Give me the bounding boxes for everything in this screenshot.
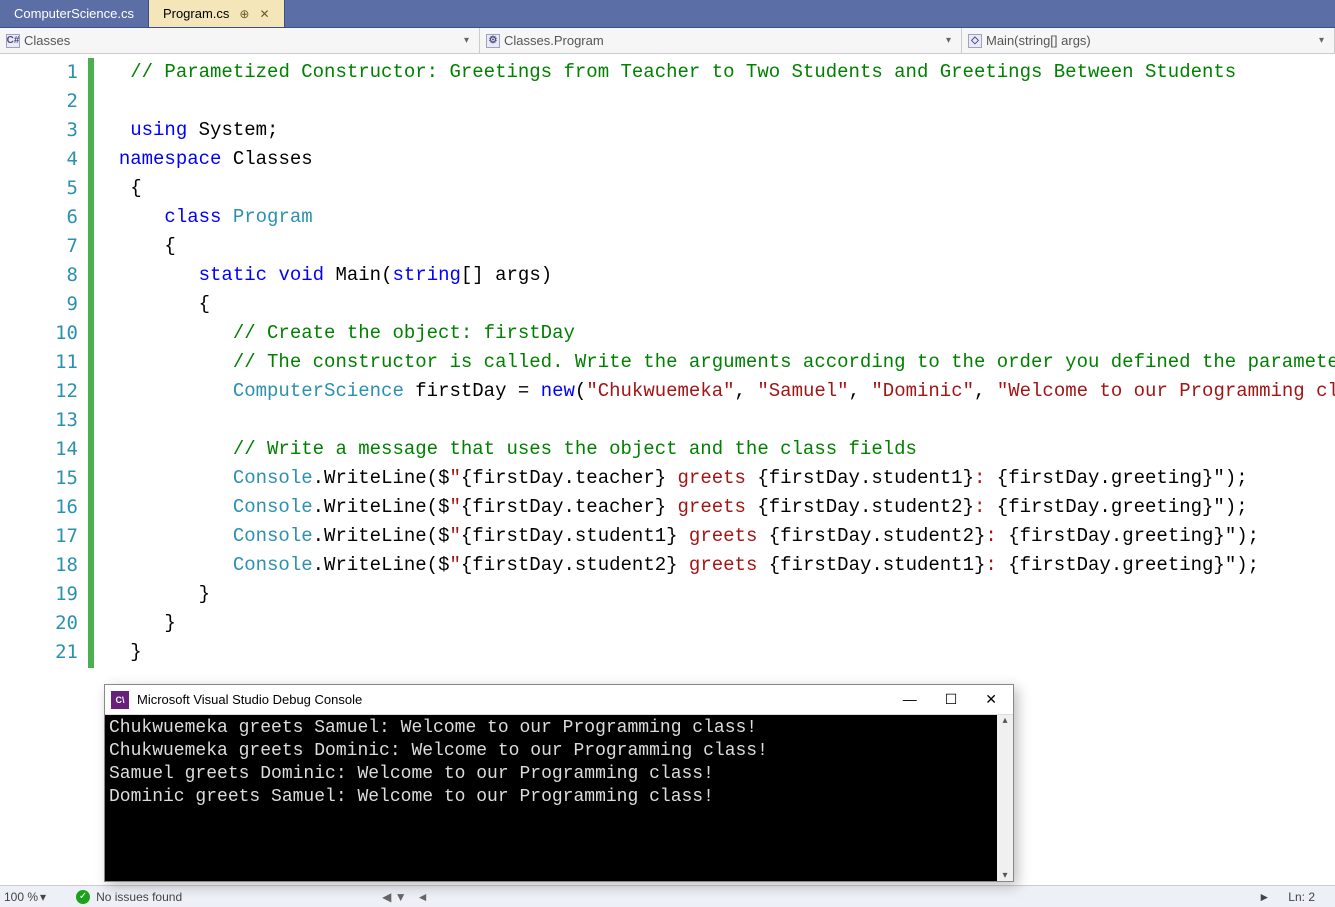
vs-icon: C\ [111,691,129,709]
scope-dropdown[interactable]: C# Classes ▾ [0,28,480,53]
console-body: Chukwuemeka greets Samuel: Welcome to ou… [105,715,1013,881]
line-number: 12 [0,377,78,406]
line-number: 1 [0,58,78,87]
line-number: 3 [0,116,78,145]
check-icon: ✓ [76,890,90,904]
error-nav-icon[interactable]: ◀ ▼ [382,890,406,904]
line-number: 16 [0,493,78,522]
class-label: Classes.Program [504,33,604,48]
line-number: 17 [0,522,78,551]
chevron-down-icon: ▾ [1319,35,1324,46]
console-scrollbar[interactable]: ▴ ▾ [997,715,1013,881]
status-bar: 100 % ▾ ✓ No issues found ◀ ▼ ◄ ► Ln: 2 [0,885,1335,907]
chevron-down-icon: ▾ [946,35,951,46]
line-number-gutter: 1 2 3 4 5 6 7 8 9 10 11 12 13 14 15 16 1… [0,54,88,885]
method-icon: ◇ [968,34,982,48]
line-number: 7 [0,232,78,261]
csharp-icon: C# [6,34,20,48]
line-number: 13 [0,406,78,435]
class-icon: ⚙ [486,34,500,48]
chevron-down-icon: ▾ [40,890,46,904]
issues-label[interactable]: No issues found [96,890,182,904]
line-number: 11 [0,348,78,377]
debug-console-window[interactable]: C\ Microsoft Visual Studio Debug Console… [104,684,1014,882]
zoom-label: 100 % [4,890,38,904]
method-dropdown[interactable]: ◇ Main(string[] args) ▾ [962,28,1335,53]
line-number: 14 [0,435,78,464]
document-tab-bar: ComputerScience.cs Program.cs ⊕ ✕ [0,0,1335,28]
line-number: 2 [0,87,78,116]
console-output: Chukwuemeka greets Samuel: Welcome to ou… [105,715,1013,811]
pin-icon[interactable]: ⊕ [239,7,249,21]
tab-computerscience[interactable]: ComputerScience.cs [0,0,149,27]
scroll-left-icon[interactable]: ◄ [417,890,429,904]
chevron-down-icon: ▾ [464,35,469,46]
zoom-level[interactable]: 100 % ▾ [4,890,46,904]
class-dropdown[interactable]: ⚙ Classes.Program ▾ [480,28,962,53]
line-number: 20 [0,609,78,638]
cursor-position: Ln: 2 [1288,890,1315,904]
tab-label: Program.cs [163,6,229,21]
line-number: 9 [0,290,78,319]
line-number: 19 [0,580,78,609]
line-number: 8 [0,261,78,290]
method-label: Main(string[] args) [986,33,1091,48]
close-icon[interactable]: ✕ [985,691,997,708]
scroll-up-icon[interactable]: ▴ [1002,715,1007,726]
tab-program[interactable]: Program.cs ⊕ ✕ [149,0,285,27]
maximize-icon[interactable]: ☐ [945,691,958,708]
scroll-right-icon[interactable]: ► [1258,890,1270,904]
console-title-text: Microsoft Visual Studio Debug Console [137,692,362,707]
scroll-down-icon[interactable]: ▾ [1002,870,1007,881]
line-number: 18 [0,551,78,580]
console-titlebar[interactable]: C\ Microsoft Visual Studio Debug Console… [105,685,1013,715]
close-icon[interactable]: ✕ [259,7,269,21]
line-number: 6 [0,203,78,232]
line-number: 10 [0,319,78,348]
line-number: 21 [0,638,78,667]
line-number: 5 [0,174,78,203]
minimize-icon[interactable]: — [903,691,917,708]
tab-label: ComputerScience.cs [14,6,134,21]
line-number: 15 [0,464,78,493]
code-navigation-bar: C# Classes ▾ ⚙ Classes.Program ▾ ◇ Main(… [0,28,1335,54]
line-number: 4 [0,145,78,174]
scope-label: Classes [24,33,70,48]
